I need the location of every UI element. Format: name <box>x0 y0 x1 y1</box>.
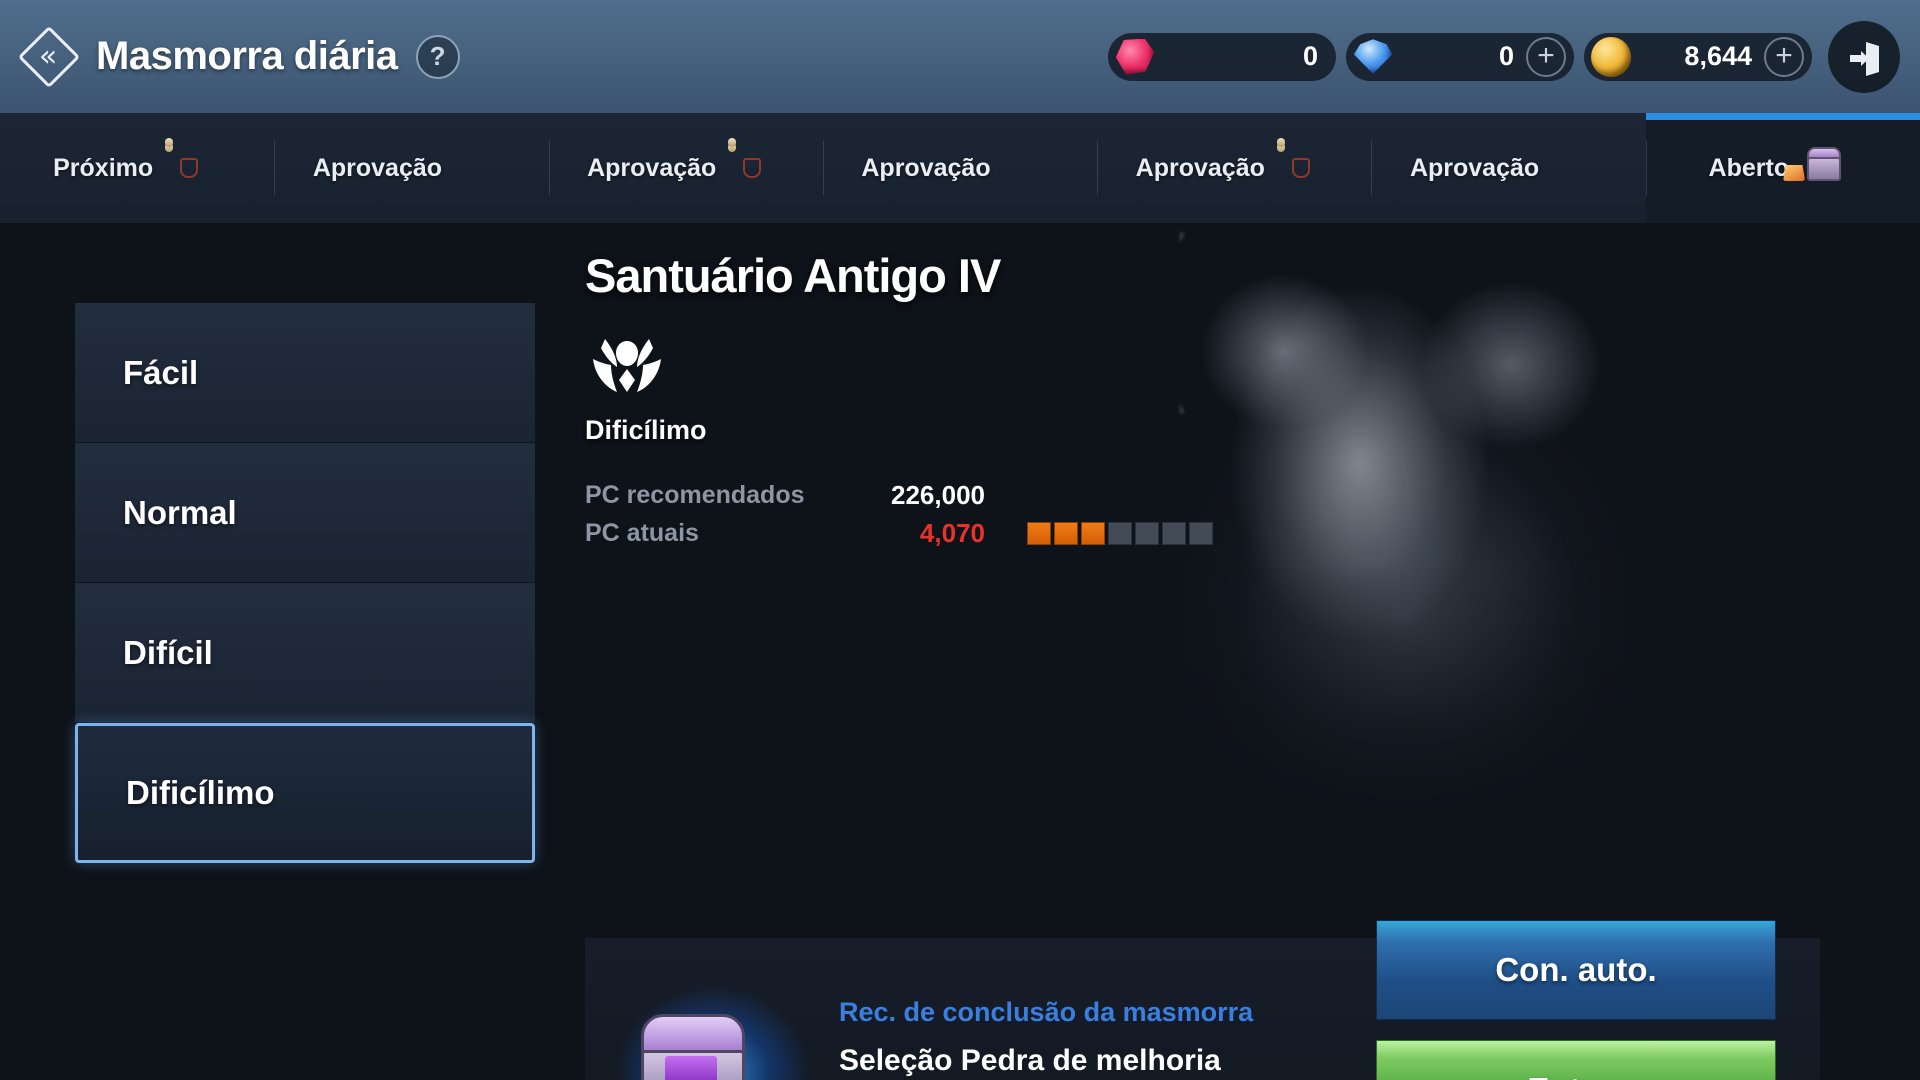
tab-aprovacao-5[interactable]: Aprovação <box>1371 113 1645 223</box>
stat-value: 4,070 <box>919 517 985 548</box>
enter-button[interactable]: Entrar <box>1376 1040 1776 1080</box>
difficulty-item-facil[interactable]: Fácil <box>75 303 535 443</box>
tab-label: Aprovação <box>1135 153 1265 182</box>
tab-aprovacao-3[interactable]: Aprovação <box>822 113 1097 223</box>
difficulty-label: Fácil <box>123 353 199 391</box>
difficulty-item-normal[interactable]: Normal <box>75 443 535 583</box>
tab-label: Aprovação <box>587 153 717 182</box>
gold-value: 8,644 <box>1684 41 1752 71</box>
red-ingot-icon <box>1555 145 1607 191</box>
purple-ingot-icon <box>458 145 510 191</box>
ruby-value: 0 <box>1302 41 1318 71</box>
gold-ingot-icon <box>1007 145 1059 191</box>
currency-bar: 0 0 + 8,644 + <box>1108 32 1812 81</box>
action-buttons: Con. auto. Entrar <box>1376 920 1776 1080</box>
tab-label: Aberto <box>1708 153 1790 182</box>
exit-door-icon <box>1850 41 1879 76</box>
tier-name: Dificílimo <box>585 415 707 445</box>
stat-row-current: PC atuais 4,070 <box>585 514 1285 552</box>
tab-label: Aprovação <box>861 153 991 182</box>
difficulty-label: Normal <box>123 493 237 531</box>
content-area: Fácil Normal Difícil Dificílimo Santuári… <box>0 223 1920 1080</box>
tab-aberto[interactable]: Aberto <box>1645 113 1920 223</box>
scroll-icon <box>169 145 221 191</box>
treasure-chest-reward-icon <box>618 988 808 1080</box>
auto-complete-button[interactable]: Con. auto. <box>1376 920 1776 1020</box>
diamond-add-button[interactable]: + <box>1526 36 1566 77</box>
power-segment-bar <box>1027 521 1213 545</box>
help-button[interactable]: ? <box>415 34 460 79</box>
winged-crest-icon <box>585 335 669 399</box>
currency-gold[interactable]: 8,644 + <box>1584 32 1812 81</box>
stat-value: 226,000 <box>891 479 985 510</box>
difficulty-item-dificil[interactable]: Difícil <box>75 583 535 723</box>
category-tabbar: Próximo Aprovação Aprovação Aprovação Ap… <box>0 113 1920 223</box>
difficulty-item-dificilimo[interactable]: Dificílimo <box>75 723 535 863</box>
difficulty-label: Dificílimo <box>126 774 275 811</box>
gold-coin-icon <box>1590 36 1632 78</box>
currency-diamond[interactable]: 0 + <box>1346 32 1574 81</box>
scroll-shield-icon <box>732 145 784 191</box>
tab-aprovacao-2[interactable]: Aprovação <box>548 113 823 223</box>
chevron-double-left-icon: « <box>38 38 58 74</box>
stat-label: PC recomendados <box>585 480 805 509</box>
tab-aprovacao-1[interactable]: Aprovação <box>274 113 548 223</box>
ruby-gem-icon <box>1114 36 1156 78</box>
stat-row-recommended: PC recomendados 226,000 <box>585 476 1285 514</box>
dungeon-detail-panel: Santuário Antigo IV Dificílimo PC recome… <box>585 248 1285 552</box>
tab-aprovacao-4[interactable]: Aprovação <box>1097 113 1371 223</box>
exit-button[interactable] <box>1828 20 1900 93</box>
currency-ruby[interactable]: 0 <box>1108 32 1336 81</box>
back-button[interactable]: « <box>17 25 81 88</box>
game-screen: « Masmorra diária ? 0 0 + 8,644 + Próxim… <box>0 0 1920 1080</box>
diamond-gem-icon <box>1352 36 1394 78</box>
page-title: Masmorra diária <box>96 34 398 78</box>
gold-add-button[interactable]: + <box>1764 36 1804 77</box>
header-left-group: « Masmorra diária ? <box>0 25 460 88</box>
stat-label: PC atuais <box>585 518 699 547</box>
tab-label: Aprovação <box>312 153 443 182</box>
treasure-chest-icon <box>1783 145 1857 191</box>
tab-proximo[interactable]: Próximo <box>0 113 274 223</box>
tab-label: Aprovação <box>1409 153 1540 182</box>
top-header: « Masmorra diária ? 0 0 + 8,644 + <box>0 0 1920 113</box>
scroll-ring-icon <box>1281 145 1333 191</box>
tab-label: Próximo <box>53 153 154 182</box>
difficulty-list: Fácil Normal Difícil Dificílimo <box>75 303 535 863</box>
difficulty-label: Difícil <box>123 633 213 671</box>
power-stats: PC recomendados 226,000 PC atuais 4,070 <box>585 476 1285 552</box>
reward-card: Rec. de conclusão da masmorra Seleção Pe… <box>585 920 1820 1080</box>
diamond-value: 0 <box>1498 41 1514 71</box>
dungeon-title: Santuário Antigo IV <box>585 249 1001 302</box>
